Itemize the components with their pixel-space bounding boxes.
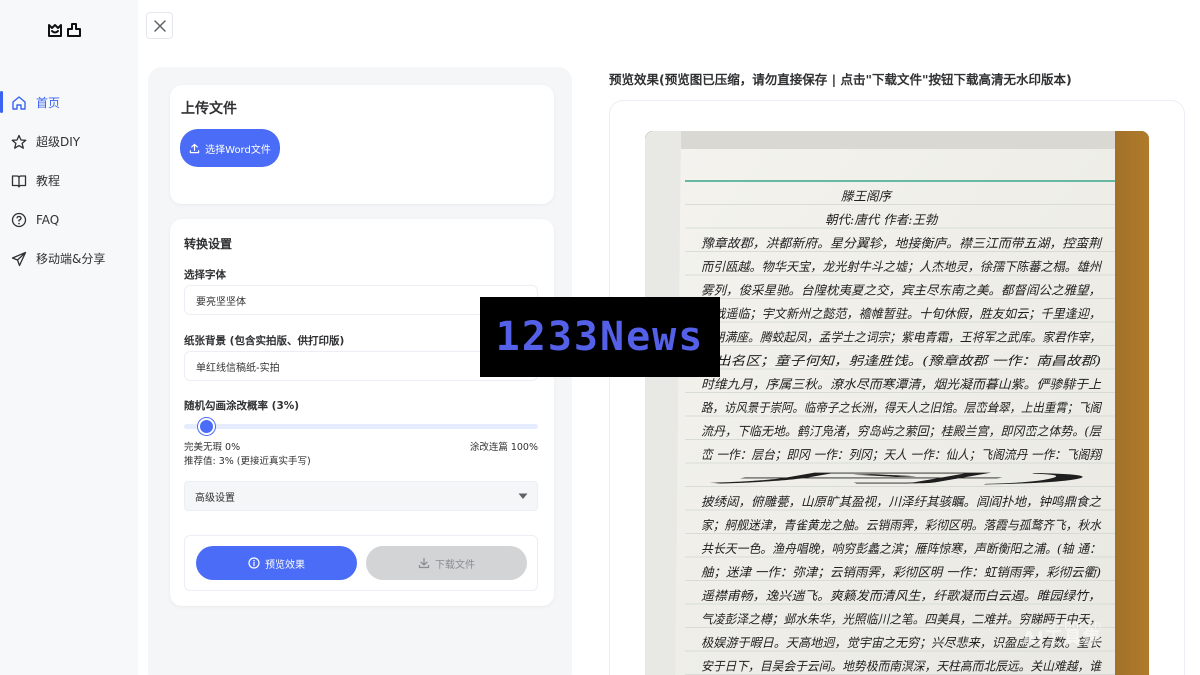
sidebar: 首页 超级DIY 教程 FAQ 移动端&分享 bbox=[0, 0, 138, 675]
convert-settings-card: 转换设置 选择字体 要亮坚坚体 纸张背景 (包含实拍版、供打印版) 单红线信稿纸… bbox=[170, 219, 554, 606]
paper-select-value: 单红线信稿纸-实拍 bbox=[196, 362, 280, 374]
settings-title: 转换设置 bbox=[184, 237, 233, 251]
action-bar: 预览效果 下载文件 bbox=[184, 535, 538, 591]
info-icon bbox=[248, 557, 260, 569]
logo[interactable] bbox=[48, 20, 84, 40]
send-icon bbox=[11, 251, 27, 267]
handwritten-line: 家；舸舰迷津，青雀黄龙之舳。云销雨霁，彩彻区明。落霞与孤鹜齐飞，秋水 bbox=[701, 518, 1101, 533]
download-button-label: 下载文件 bbox=[435, 559, 475, 571]
sidebar-item-label: 移动端&分享 bbox=[36, 252, 106, 266]
paper-label: 纸张背景 (包含实拍版、供打印版) bbox=[184, 335, 345, 347]
advanced-settings-label: 高级设置 bbox=[195, 492, 235, 504]
slider-recommend-text: 推荐值: 3% (更接近真实手写) bbox=[184, 456, 311, 467]
handwritten-line: 时维九月，序属三秋。潦水尽而寒潭清，烟光凝而暮山紫。俨骖騑于上 bbox=[701, 377, 1102, 392]
sidebar-item-home[interactable]: 首页 bbox=[0, 83, 138, 122]
handwritten-line: 安于日下，目吴会于云间。地势极而南溟深，天柱高而北辰远。关山难越，谁 bbox=[701, 659, 1102, 674]
handwritten-line: 峦 一作：层台；即冈 一作：列冈；天人 一作：仙人；飞阁流丹 一作：飞阁翔 bbox=[701, 447, 1103, 462]
slider-min-label: 完美无瑕 0% bbox=[184, 442, 241, 453]
handwritten-line: 路，访风景于崇阿。临帝子之长洲，得天人之旧馆。层峦耸翠，上出重霄；飞阁 bbox=[701, 400, 1102, 415]
slider-max-label: 涂改连篇 100% bbox=[469, 442, 538, 453]
handwritten-line: 披绣闼，俯雕甍，山原旷其盈视，川泽纡其骇瞩。闾阎扑地，钟鸣鼎食之 bbox=[701, 494, 1101, 509]
handwritten-line: 流丹，下临无地。鹤汀凫渚，穷岛屿之萦回；桂殿兰宫，即冈峦之体势。(层 bbox=[701, 424, 1102, 439]
handwritten-line: 豫章故郡，洪都新府。星分翼轸，地接衡庐。襟三江而带五湖，控蛮荆 bbox=[701, 236, 1103, 251]
download-button[interactable]: 下载文件 bbox=[366, 546, 527, 580]
sidebar-item-label: FAQ bbox=[36, 212, 60, 227]
sidebar-nav: 首页 超级DIY 教程 FAQ 移动端&分享 bbox=[0, 83, 138, 278]
logo-icon bbox=[48, 23, 81, 37]
advanced-settings-toggle[interactable]: 高级设置 bbox=[184, 481, 538, 511]
caret-down-icon bbox=[518, 493, 528, 499]
handwritten-line: 遥襟甫畅，逸兴遄飞。爽籁发而清风生，纤歌凝而白云遏。睢园绿竹， bbox=[701, 588, 1101, 603]
download-icon bbox=[418, 557, 430, 569]
font-label: 选择字体 bbox=[184, 269, 226, 281]
watermark-text: 1233News bbox=[495, 314, 705, 360]
font-select-value: 要亮坚坚体 bbox=[196, 296, 246, 308]
scribble-label: 随机勾画涂改概率 (3%) bbox=[184, 400, 300, 412]
preview-title: 预览效果(预览图已压缩，请勿直接保存 | 点击"下载文件"按钮下载高清无水印版本… bbox=[609, 72, 1072, 87]
sidebar-item-super-diy[interactable]: 超级DIY bbox=[0, 122, 138, 161]
home-icon bbox=[11, 95, 27, 111]
select-word-file-button[interactable]: 选择Word文件 bbox=[180, 129, 280, 167]
handwritten-line: 丹) bbox=[701, 471, 1104, 486]
handwriting-preview-image: 滕王阁序朝代:唐代 作者:王勃豫章故郡，洪都新府。星分翼轸，地接衡庐。襟三江而带… bbox=[645, 131, 1149, 675]
book-icon bbox=[11, 173, 27, 189]
close-icon bbox=[153, 19, 166, 32]
handwritten-line: 滕王阁序 bbox=[841, 189, 894, 204]
sidebar-item-faq[interactable]: FAQ bbox=[0, 200, 138, 239]
handwritten-line: 共长天一色。渔舟唱晚，响穷彭蠡之滨；雁阵惊寒，声断衡阳之浦。(轴 通： bbox=[701, 541, 1101, 556]
sidebar-item-label: 超级DIY bbox=[36, 135, 81, 149]
close-button[interactable] bbox=[146, 12, 173, 39]
sidebar-item-tutorial[interactable]: 教程 bbox=[0, 161, 138, 200]
handwritten-line: 朝代:唐代 作者:王勃 bbox=[825, 212, 939, 227]
handwritten-line: 棨戟遥临；宇文新州之懿范，襜帷暂驻。十旬休假，胜友如云；千里逢迎， bbox=[701, 306, 1101, 321]
upload-icon bbox=[189, 143, 200, 153]
handwritten-line: 而引瓯越。物华天宝，龙光射牛斗之墟；人杰地灵，徐孺下陈蕃之榻。雄州 bbox=[701, 259, 1102, 274]
scribble-slider-thumb[interactable] bbox=[198, 418, 216, 435]
paper-drawing: 滕王阁序朝代:唐代 作者:王勃豫章故郡，洪都新府。星分翼轸，地接衡庐。襟三江而带… bbox=[645, 131, 1149, 675]
select-word-file-label: 选择Word文件 bbox=[205, 144, 271, 156]
star-icon bbox=[11, 134, 27, 150]
sidebar-item-label: 首页 bbox=[36, 96, 61, 110]
handwritten-line: 舳；迷津 一作：弥津；云销雨霁，彩彻区明 一作：虹销雨霁，彩彻云衢) bbox=[701, 565, 1101, 580]
help-icon bbox=[11, 212, 27, 228]
handwritten-line: 路出名区；童子何知，躬逢胜饯。(豫章故郡 一作：南昌故郡) bbox=[701, 353, 1101, 368]
scribble-slider[interactable] bbox=[184, 418, 538, 435]
preview-button[interactable]: 预览效果 bbox=[196, 546, 357, 580]
handwritten-line: 雾列，俊采星驰。台隍枕夷夏之交，宾主尽东南之美。都督阎公之雅望， bbox=[701, 283, 1101, 298]
upload-title: 上传文件 bbox=[181, 101, 237, 117]
upload-card: 上传文件 选择Word文件 bbox=[170, 85, 554, 204]
corner-watermark: ai-bot.cn AI工具集 bbox=[1022, 618, 1102, 649]
preview-button-label: 预览效果 bbox=[265, 559, 305, 571]
corner-watermark-brand: AI工具集 bbox=[1022, 628, 1102, 649]
sidebar-item-mobile-share[interactable]: 移动端&分享 bbox=[0, 239, 138, 278]
sidebar-item-label: 教程 bbox=[36, 174, 61, 188]
watermark-overlay: 1233News bbox=[480, 297, 720, 377]
handwritten-line: 高朋满座。腾蛟起凤，孟学士之词宗；紫电青霜，王将军之武库。家君作宰， bbox=[701, 330, 1101, 345]
